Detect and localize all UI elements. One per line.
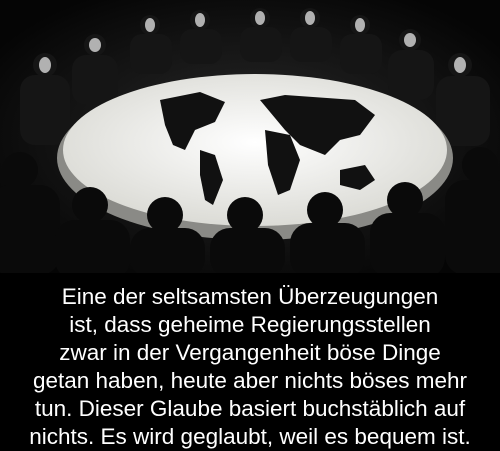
caption-text: Eine der seltsamsten Überzeugungen ist, … [0,283,500,451]
caption-line: zwar in der Vergangenheit böse Dinge [59,340,441,365]
caption-line: getan haben, heute aber nichts böses meh… [32,368,468,393]
meme: Eine der seltsamsten Überzeugungen ist, … [0,0,500,451]
caption-line: ist, dass geheime Regierungsstellen [69,312,431,337]
caption-line: tun. Dieser Glaube basiert buchstäblich … [34,396,466,421]
caption-line: nichts. Es wird geglaubt, weil es bequem… [29,424,471,449]
caption-line: Eine der seltsamsten Überzeugungen [61,284,439,309]
photo-round-table-world-map [0,0,500,273]
